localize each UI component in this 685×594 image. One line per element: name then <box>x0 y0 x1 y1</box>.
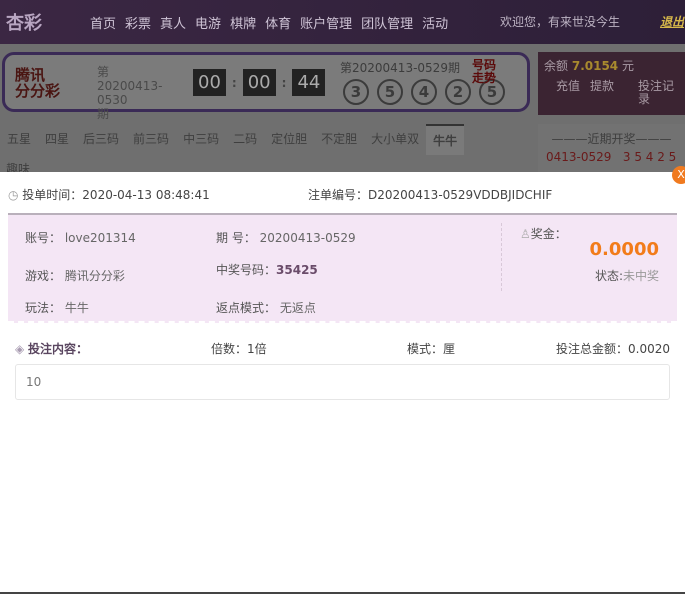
play-tabs: 五星 四星 后三码 前三码 中三码 二码 定位胆 不定胆 大小单双 牛牛 <box>0 124 530 155</box>
status-value: 未中奖 <box>622 269 659 283</box>
trend-link[interactable]: 号码 走势 <box>472 59 496 85</box>
game-field: 游戏： 腾讯分分彩 <box>25 267 125 284</box>
tab-two[interactable]: 二码 <box>226 124 264 155</box>
value: 35425 <box>276 263 318 277</box>
nav-lottery[interactable]: 彩票 <box>125 17 151 32</box>
balance: 余额 7.0154 元 <box>544 57 634 74</box>
nav-slots[interactable]: 电游 <box>195 17 221 32</box>
ball: 5 <box>377 79 403 105</box>
balance-value: 7.0154 <box>571 59 619 73</box>
timer-hours: 00 <box>193 69 226 96</box>
background-page: 杏彩 首页 彩票 真人 电游 棋牌 体育 账户管理 团队管理 活动 欢迎您，有来世没今生 退出 … <box>0 0 685 172</box>
tab-mid-three[interactable]: 中三码 <box>176 124 226 155</box>
logo-line1: 腾讯 <box>15 66 46 84</box>
label: 奖金： <box>530 227 567 241</box>
period-prefix: 第 <box>97 65 110 79</box>
value: 无返点 <box>279 301 316 315</box>
value: 牛牛 <box>64 301 89 315</box>
value: 腾讯分分彩 <box>64 269 125 283</box>
label: 期 号： <box>216 231 256 245</box>
balance-unit: 元 <box>621 59 634 73</box>
recent-title: ———近期开奖——— <box>551 132 672 146</box>
bet-info: 账号： love201314 期 号： 20200413-0529 游戏： 腾讯… <box>8 213 677 323</box>
balance-label: 余额 <box>544 59 569 73</box>
tab-five-star[interactable]: 五星 <box>0 124 38 155</box>
nav-events[interactable]: 活动 <box>422 17 448 32</box>
prize-value: 0.0000 <box>589 239 659 260</box>
play-field: 玩法： 牛牛 <box>25 299 89 316</box>
period-suffix: 期 <box>97 107 110 121</box>
label: 账号： <box>25 231 62 245</box>
content-label: ◈ 投注内容： <box>15 340 88 357</box>
timer-seconds: 44 <box>292 69 326 96</box>
trend-line2: 走势 <box>472 71 497 85</box>
total-amount: 投注总金额：0.0020 <box>556 342 670 356</box>
ticket-icon: ◈ <box>15 342 29 356</box>
account-panel: 余额 7.0154 元 充值 提款 投注记录 <box>538 52 685 115</box>
account-field: 账号： love201314 <box>25 229 136 246</box>
value: love201314 <box>64 231 136 245</box>
tab-undetermined[interactable]: 不定胆 <box>314 124 364 155</box>
divider <box>501 223 502 291</box>
mode: 模式：厘 <box>407 342 456 356</box>
label: 中奖号码： <box>216 263 277 277</box>
logo-line2: 分分彩 <box>15 82 61 100</box>
top-nav: 杏彩 首页 彩票 真人 电游 棋牌 体育 账户管理 团队管理 活动 欢迎您，有来世没今生 退出 <box>0 0 685 44</box>
welcome-text: 欢迎您，有来世没今生 <box>500 15 621 29</box>
tab-last-three[interactable]: 后三码 <box>76 124 126 155</box>
recent-item: 0413-0529 3 5 4 2 5 <box>546 150 676 164</box>
countdown-timer: 00:00:44 <box>193 69 326 96</box>
value: 20200413-0529 <box>259 231 356 245</box>
win-numbers-field: 中奖号码：35425 <box>216 261 318 278</box>
tab-niuniu[interactable]: 牛牛 <box>426 124 465 155</box>
label: 游戏： <box>25 269 62 283</box>
user-icon: ♙ <box>520 227 531 241</box>
clock-icon: ◷ <box>8 188 23 202</box>
status-field: 状态:未中奖 <box>595 267 659 284</box>
bet-content: 10 <box>15 364 670 400</box>
current-period: 第 20200413-0530 期 <box>97 65 177 121</box>
recent-draws: ———近期开奖——— 0413-0529 3 5 4 2 5 <box>538 124 685 172</box>
close-button[interactable]: X <box>672 166 685 184</box>
tab-fun[interactable]: 趣味 <box>6 160 30 172</box>
game-panel: 腾讯 分分彩 第 20200413-0530 期 00:00:44 第20200413… <box>2 52 530 121</box>
bet-detail-modal: ◷ 投单时间：2020-04-13 08:48:41 注单编号：D2020041… <box>0 172 685 594</box>
tab-position[interactable]: 定位胆 <box>264 124 314 155</box>
prize-label: ♙奖金： <box>520 225 567 242</box>
period-number: 20200413-0530 <box>97 79 163 107</box>
tab-four-star[interactable]: 四星 <box>38 124 76 155</box>
logo: 杏彩 <box>6 13 42 34</box>
main-nav: 首页 彩票 真人 电游 棋牌 体育 账户管理 团队管理 活动 <box>90 13 457 32</box>
label: 玩法： <box>25 301 62 315</box>
nav-account[interactable]: 账户管理 <box>300 17 352 32</box>
bet-time-text: 投单时间：2020-04-13 08:48:41 <box>22 188 210 202</box>
nav-live[interactable]: 真人 <box>160 17 186 32</box>
order-number: 注单编号：D20200413-0529VDDBJIDCHIF <box>308 188 553 202</box>
ball: 2 <box>445 79 471 105</box>
recharge-button[interactable]: 充值 <box>556 80 580 93</box>
nav-home[interactable]: 首页 <box>90 17 116 32</box>
logout-link[interactable]: 退出 <box>660 13 684 30</box>
tab-first-three[interactable]: 前三码 <box>126 124 176 155</box>
last-period: 第20200413-0529期 <box>340 61 460 75</box>
ball: 4 <box>411 79 437 105</box>
label: 返点模式： <box>216 301 277 315</box>
label: 投注内容： <box>28 342 89 356</box>
nav-cards[interactable]: 棋牌 <box>230 17 256 32</box>
withdraw-button[interactable]: 提款 <box>590 80 614 93</box>
tab-big-small[interactable]: 大小单双 <box>364 124 426 155</box>
period-field: 期 号： 20200413-0529 <box>216 229 356 246</box>
recent-numbers: 3 5 4 2 5 <box>622 150 677 164</box>
nav-team[interactable]: 团队管理 <box>361 17 413 32</box>
rebate-field: 返点模式： 无返点 <box>216 299 316 316</box>
bet-time: ◷ 投单时间：2020-04-13 08:48:41 <box>8 186 210 203</box>
timer-minutes: 00 <box>242 69 276 96</box>
game-logo: 腾讯 分分彩 <box>15 67 60 99</box>
multiple: 倍数：1倍 <box>211 342 267 356</box>
records-button[interactable]: 投注记录 <box>638 80 678 106</box>
label: 状态: <box>594 269 623 283</box>
ball: 3 <box>343 79 369 105</box>
nav-sports[interactable]: 体育 <box>265 17 291 32</box>
recent-period: 0413-0529 <box>546 150 612 164</box>
